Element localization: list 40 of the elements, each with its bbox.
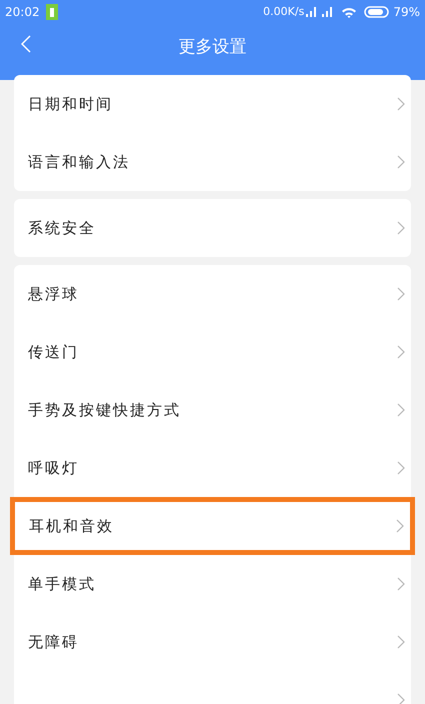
settings-label: 传送门 [28,342,80,363]
settings-label: 语言和输入法 [28,152,131,173]
settings-label: 单手模式 [28,574,97,595]
chevron-icon [397,221,405,235]
settings-label: 日期和时间 [28,94,114,115]
settings-row[interactable]: 语言和输入法 [14,133,411,191]
chevron-icon [397,403,405,417]
battery-icon [364,6,390,18]
settings-row[interactable]: 手势及按键快捷方式 [14,381,411,439]
settings-label: 无障碍 [28,632,80,653]
settings-row[interactable]: 传送门 [14,323,411,381]
page-title: 更多设置 [178,36,246,60]
chevron-icon [397,345,405,359]
network-speed: 0.00K/s [263,4,304,20]
wifi-icon [342,6,356,18]
settings-row[interactable]: 系统安全 [14,199,411,257]
settings-row[interactable]: 无障碍 [14,613,411,671]
settings-label: 悬浮球 [28,284,80,305]
chevron-icon [397,97,405,111]
settings-label: 手势及按键快捷方式 [28,400,182,421]
signal-icon [322,7,334,17]
chevron-icon [397,577,405,591]
settings-label: 耳机和音效 [29,516,115,537]
chevron-icon [397,287,405,301]
settings-row[interactable]: 单手模式 [14,555,411,613]
chevron-icon [397,461,405,475]
settings-row[interactable]: 呼吸灯 [14,439,411,497]
chevron-icon [397,635,405,649]
battery-saver-icon [46,4,58,20]
settings-row[interactable]: 日期和时间 [14,75,411,133]
settings-row[interactable]: 耳机和音效 [10,497,415,555]
chevron-icon [397,693,405,704]
settings-label: 系统安全 [28,218,97,239]
settings-row[interactable]: 悬浮球 [14,265,411,323]
chevron-icon [396,519,404,533]
settings-label: 呼吸灯 [28,458,80,479]
status-time: 20:02 [5,4,40,21]
signal-icon [306,7,318,17]
battery-level: 79% [393,4,420,21]
chevron-icon [397,155,405,169]
